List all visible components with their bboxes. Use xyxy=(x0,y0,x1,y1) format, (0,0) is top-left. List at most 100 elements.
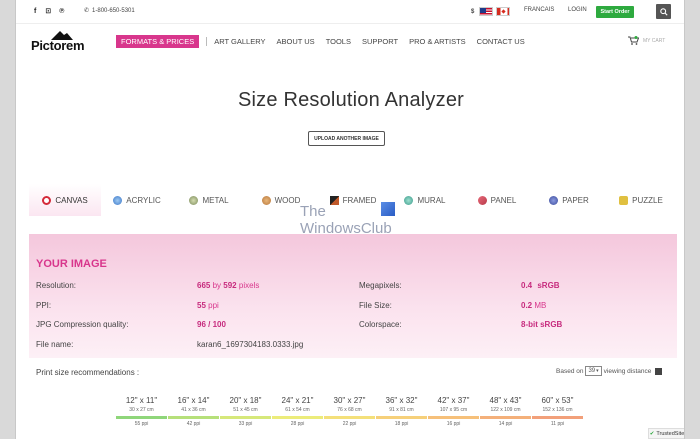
file-name-label: File name: xyxy=(36,340,74,349)
megapixels-label: Megapixels: xyxy=(359,281,402,290)
start-order-button[interactable]: Start Order xyxy=(596,6,634,18)
facebook-icon[interactable]: f xyxy=(34,8,36,15)
distance-suffix: viewing distance xyxy=(603,367,652,375)
distance-prefix: Based on xyxy=(556,367,584,375)
puzzle-icon xyxy=(619,195,629,205)
nav-contact-us[interactable]: CONTACT US xyxy=(477,37,525,46)
check-icon: ✔ xyxy=(649,430,655,437)
print-size-option[interactable]: 24" x 21" 61 x 54 cm 28 ppi xyxy=(272,396,323,427)
nav-about-us[interactable]: ABOUT US xyxy=(276,37,314,46)
nav-tools[interactable]: TOOLS xyxy=(326,37,351,46)
quality-bar xyxy=(168,416,219,419)
nav-support[interactable]: SUPPORT xyxy=(362,37,398,46)
cart-link[interactable]: MY CART xyxy=(628,36,665,45)
viewing-distance-select[interactable]: 39 ▾ xyxy=(585,366,602,376)
file-size-label: File Size: xyxy=(359,301,392,310)
mural-icon xyxy=(404,195,414,205)
print-size-list: 12" x 11" 30 x 27 cm 55 ppi 16" x 14" 41… xyxy=(116,396,584,427)
panel-icon xyxy=(477,195,487,205)
watermark: The WindowsClub xyxy=(300,203,392,237)
browser-page: f ⊡ ℗ ✆ 1-800-650-5301 $ FRANCAIS LOGIN … xyxy=(15,0,685,439)
canvas-icon xyxy=(42,195,52,205)
top-bar: f ⊡ ℗ ✆ 1-800-650-5301 $ FRANCAIS LOGIN … xyxy=(16,0,684,24)
ppi-value: 55 ppi xyxy=(197,301,219,310)
acrylic-icon xyxy=(113,195,123,205)
your-image-panel: YOUR IMAGE Resolution: 665 by 592 pixels… xyxy=(29,234,677,358)
tab-mural[interactable]: MURAL xyxy=(389,184,461,216)
social-links: f ⊡ ℗ xyxy=(34,7,64,16)
print-size-option[interactable]: 60" x 53" 152 x 136 cm 11 ppi xyxy=(532,396,583,427)
jpg-quality-label: JPG Compression quality: xyxy=(36,320,129,329)
print-size-option[interactable]: 30" x 27" 76 x 68 cm 22 ppi xyxy=(324,396,375,427)
quality-bar xyxy=(220,416,271,419)
currency-selector[interactable]: $ xyxy=(471,7,511,16)
quality-bar xyxy=(272,416,323,419)
print-size-option[interactable]: 42" x 37" 107 x 95 cm 16 ppi xyxy=(428,396,479,427)
trustedsite-badge[interactable]: ✔ TrustedSite xyxy=(648,428,685,439)
colorspace-label: Colorspace: xyxy=(359,320,402,329)
quality-bar xyxy=(428,416,479,419)
pictorem-logo[interactable]: Pictorem xyxy=(31,30,95,53)
nav-formats-prices[interactable]: FORMATS & PRICES xyxy=(116,34,200,48)
distance-value: 39 xyxy=(588,368,596,374)
print-size-option[interactable]: 16" x 14" 41 x 36 cm 42 ppi xyxy=(168,396,219,427)
tab-puzzle[interactable]: PUZZLE xyxy=(605,184,677,216)
canada-flag-icon[interactable] xyxy=(496,7,511,16)
quality-bar xyxy=(116,416,167,419)
print-size-option[interactable]: 12" x 11" 30 x 27 cm 55 ppi xyxy=(116,396,167,427)
trusted-label: TrustedSite xyxy=(656,430,685,437)
quality-bar xyxy=(480,416,531,419)
colorspace-value: 8-bit sRGB xyxy=(521,320,563,329)
resolution-label: Resolution: xyxy=(36,281,77,290)
currency-symbol: $ xyxy=(471,8,475,15)
tab-paper[interactable]: PAPER xyxy=(533,184,605,216)
tab-label: METAL xyxy=(202,195,229,205)
unit-toggle-icon[interactable] xyxy=(655,367,663,375)
metal-icon xyxy=(189,195,199,205)
logo-text: Pictorem xyxy=(31,38,85,53)
phone-number[interactable]: ✆ 1-800-650-5301 xyxy=(84,7,135,15)
login-link[interactable]: LOGIN xyxy=(568,7,587,13)
quality-bar xyxy=(532,416,583,419)
nav-art-gallery[interactable]: ART GALLERY xyxy=(214,37,265,46)
your-image-heading: YOUR IMAGE xyxy=(36,258,107,270)
chevron-down-icon: ▾ xyxy=(596,368,599,374)
tab-acrylic[interactable]: ACRYLIC xyxy=(101,184,173,216)
tab-label: WOOD xyxy=(274,195,301,205)
page-title: Size Resolution Analyzer xyxy=(237,89,465,111)
instagram-icon[interactable]: ⊡ xyxy=(45,7,51,15)
pinterest-icon[interactable]: ℗ xyxy=(59,8,64,15)
jpg-quality-value: 96 / 100 xyxy=(197,320,226,329)
paper-icon xyxy=(549,195,559,205)
tab-label: MURAL xyxy=(417,195,446,205)
tab-label: PAPER xyxy=(562,195,589,205)
main-nav: FORMATS & PRICES ART GALLERY ABOUT US TO… xyxy=(116,34,536,48)
viewing-distance-control: Based on 39 ▾ viewing distance xyxy=(556,366,663,376)
cart-icon xyxy=(628,36,639,45)
print-size-option[interactable]: 20" x 18" 51 x 45 cm 33 ppi xyxy=(220,396,271,427)
search-button[interactable] xyxy=(656,4,671,19)
quality-bar xyxy=(376,416,427,419)
language-link[interactable]: FRANCAIS xyxy=(524,7,554,13)
watermark-line-1: The xyxy=(300,203,326,220)
watermark-logo-icon xyxy=(381,202,395,216)
nav-pro-artists[interactable]: PRO & ARTISTS xyxy=(409,37,466,46)
search-icon xyxy=(659,7,668,16)
quality-bar xyxy=(324,416,375,419)
upload-another-image-button[interactable]: UPLOAD ANOTHER IMAGE xyxy=(308,131,385,146)
print-size-recommendations-label: Print size recommendations : xyxy=(36,368,140,377)
print-size-option[interactable]: 36" x 32" 91 x 81 cm 18 ppi xyxy=(376,396,427,427)
tab-panel[interactable]: PANEL xyxy=(461,184,533,216)
tab-metal[interactable]: METAL xyxy=(173,184,245,216)
print-size-option[interactable]: 48" x 43" 122 x 109 cm 14 ppi xyxy=(480,396,531,427)
file-name-value: karan6_1697304183.0333.jpg xyxy=(197,340,304,349)
us-flag-icon[interactable] xyxy=(479,7,494,16)
phone-text: 1-800-650-5301 xyxy=(92,7,135,14)
tab-label: ACRYLIC xyxy=(126,195,161,205)
wood-icon xyxy=(261,195,271,205)
megapixels-value: 0.4 sRGB xyxy=(521,281,560,290)
nav-divider xyxy=(206,36,208,46)
cart-label: MY CART xyxy=(643,37,666,44)
tab-canvas[interactable]: CANVAS xyxy=(29,184,101,216)
tab-label: PANEL xyxy=(490,195,517,205)
